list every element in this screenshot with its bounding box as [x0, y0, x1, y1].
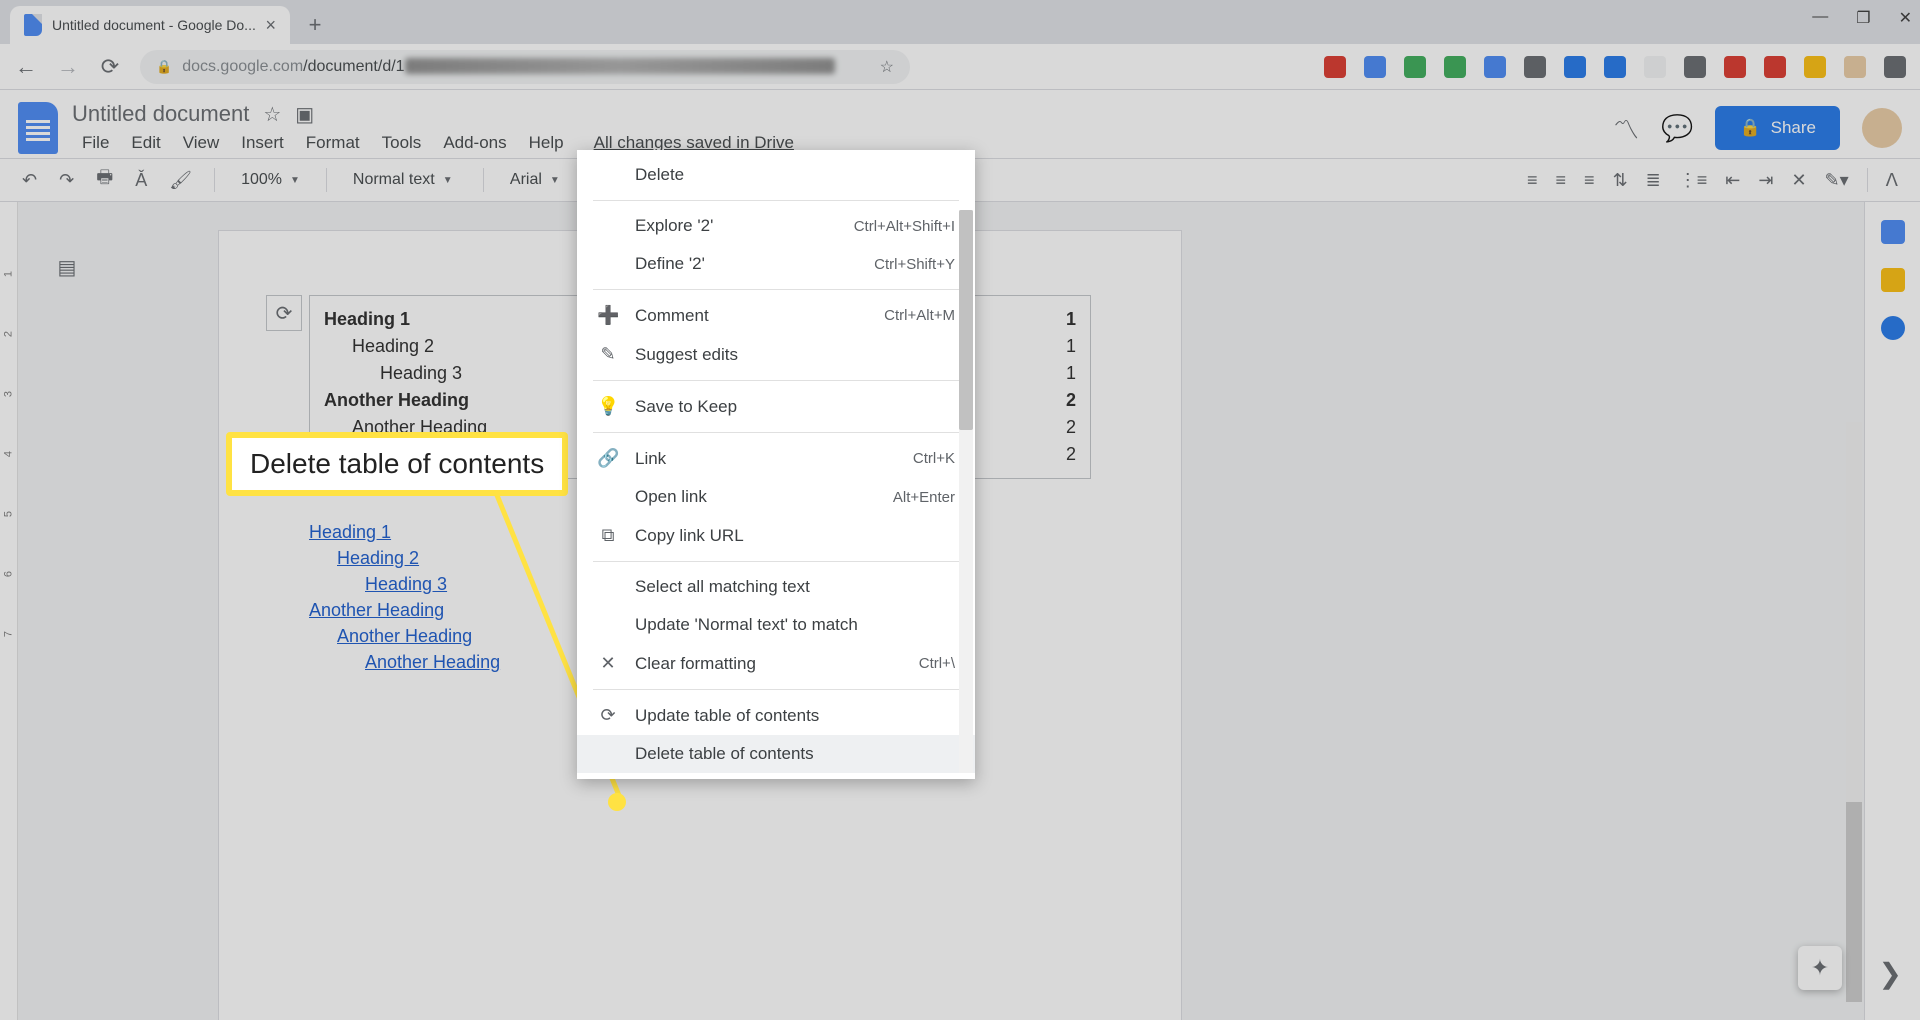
comments-icon[interactable]: 💬 — [1661, 113, 1693, 144]
ctx-delete-table-of-contents[interactable]: Delete table of contents — [577, 735, 975, 773]
bulleted-list-button[interactable]: ⋮≡ — [1675, 166, 1712, 195]
lock-icon: 🔒 — [156, 59, 172, 75]
extension-icon-6[interactable] — [1564, 56, 1586, 78]
refresh-toc-button[interactable]: ⟳ — [266, 295, 302, 331]
align-left-button[interactable]: ≡ — [1523, 166, 1542, 195]
address-bar: ← → ⟳ 🔒 docs.google.com/document/d/1 ☆ — [0, 44, 1920, 90]
menu-edit[interactable]: Edit — [121, 131, 170, 155]
redo-button[interactable]: ↷ — [55, 166, 78, 195]
zoom-select[interactable]: 100%▼ — [233, 171, 308, 189]
lock-share-icon: 🔒 — [1739, 118, 1760, 138]
style-select[interactable]: Normal text▼ — [345, 171, 465, 189]
paint-format-button[interactable]: 🖌 — [165, 166, 196, 195]
tab-title: Untitled document - Google Do... — [52, 17, 256, 33]
minimize-button[interactable]: — — [1812, 8, 1828, 28]
ctx-open-link[interactable]: Open linkAlt+Enter — [577, 478, 975, 516]
extension-icon-0[interactable] — [1324, 56, 1346, 78]
document-title[interactable]: Untitled document — [72, 101, 249, 127]
star-document-icon[interactable]: ☆ — [263, 102, 281, 127]
numbered-list-button[interactable]: ≣ — [1642, 166, 1665, 195]
extension-icon-9[interactable] — [1684, 56, 1706, 78]
ctx-update-normal-text-to-match[interactable]: Update 'Normal text' to match — [577, 606, 975, 644]
docs-logo-icon[interactable] — [18, 102, 58, 154]
browser-tab[interactable]: Untitled document - Google Do... × — [10, 6, 290, 44]
ctx-select-all-matching-text[interactable]: Select all matching text — [577, 568, 975, 606]
ctx-update-table-of-contents[interactable]: ⟳Update table of contents — [577, 696, 975, 735]
ctx-suggest-edits[interactable]: ✎Suggest edits — [577, 335, 975, 374]
collapse-toolbar-button[interactable]: ᐱ — [1882, 166, 1902, 195]
reload-button[interactable]: ⟳ — [98, 54, 122, 80]
context-menu: Delete Explore '2'Ctrl+Alt+Shift+IDefine … — [577, 150, 975, 779]
ctx-delete[interactable]: Delete — [577, 156, 975, 194]
url-text: docs.google.com/document/d/1 — [182, 58, 834, 76]
calendar-icon[interactable] — [1881, 220, 1905, 244]
menu-insert[interactable]: Insert — [231, 131, 294, 155]
maximize-button[interactable]: ❐ — [1856, 8, 1870, 28]
extension-icons — [1324, 56, 1906, 78]
ctx-comment[interactable]: ➕CommentCtrl+Alt+M — [577, 296, 975, 335]
extension-icon-14[interactable] — [1884, 56, 1906, 78]
page-scrollbar[interactable] — [1846, 422, 1862, 982]
ctx-copy-link-url[interactable]: ⧉Copy link URL — [577, 516, 975, 555]
docs-header: Untitled document ☆ ▣ FileEditViewInsert… — [0, 90, 1920, 158]
browser-tab-strip: Untitled document - Google Do... × + — ❐… — [0, 0, 1920, 44]
activity-icon[interactable]: 〽 — [1613, 110, 1639, 147]
print-button[interactable]: 🖶 — [92, 161, 117, 199]
ctx-define-2-[interactable]: Define '2'Ctrl+Shift+Y — [577, 245, 975, 283]
annotation-dot-icon — [608, 793, 626, 811]
keep-icon[interactable] — [1881, 268, 1905, 292]
forward-button[interactable]: → — [56, 54, 80, 80]
extension-icon-2[interactable] — [1404, 56, 1426, 78]
menu-format[interactable]: Format — [296, 131, 370, 155]
vertical-ruler[interactable]: 1234567 — [0, 202, 18, 1020]
new-tab-button[interactable]: + — [298, 8, 332, 42]
close-window-button[interactable]: ✕ — [1899, 8, 1912, 28]
menu-file[interactable]: File — [72, 131, 119, 155]
extension-icon-3[interactable] — [1444, 56, 1466, 78]
menu-help[interactable]: Help — [519, 131, 574, 155]
context-menu-scrollbar[interactable] — [959, 210, 973, 773]
share-label: Share — [1771, 118, 1816, 138]
undo-button[interactable]: ↶ — [18, 166, 41, 195]
menu-add-ons[interactable]: Add-ons — [433, 131, 516, 155]
extension-icon-11[interactable] — [1764, 56, 1786, 78]
ctx-save-to-keep[interactable]: 💡Save to Keep — [577, 387, 975, 426]
move-folder-icon[interactable]: ▣ — [295, 102, 314, 127]
account-avatar[interactable] — [1862, 108, 1902, 148]
extension-icon-13[interactable] — [1844, 56, 1866, 78]
docs-favicon — [24, 14, 42, 36]
outline-toggle-icon[interactable]: ▤ — [52, 252, 82, 282]
ctx-explore-2-[interactable]: Explore '2'Ctrl+Alt+Shift+I — [577, 207, 975, 245]
side-panel-toggle-icon[interactable]: ❯ — [1879, 957, 1902, 990]
align-right-button[interactable]: ≡ — [1580, 166, 1599, 195]
close-tab-icon[interactable]: × — [265, 15, 276, 36]
tasks-icon[interactable] — [1881, 316, 1905, 340]
align-center-button[interactable]: ≡ — [1552, 166, 1571, 195]
menu-view[interactable]: View — [173, 131, 230, 155]
indent-increase-button[interactable]: ⇥ — [1754, 166, 1777, 195]
extension-icon-1[interactable] — [1364, 56, 1386, 78]
menu-tools[interactable]: Tools — [372, 131, 432, 155]
share-button[interactable]: 🔒 Share — [1715, 106, 1840, 150]
annotation-callout: Delete table of contents — [226, 432, 568, 496]
side-panel — [1864, 202, 1920, 1020]
star-page-icon[interactable]: ☆ — [880, 57, 894, 77]
indent-decrease-button[interactable]: ⇤ — [1721, 166, 1744, 195]
extension-icon-10[interactable] — [1724, 56, 1746, 78]
extension-icon-12[interactable] — [1804, 56, 1826, 78]
extension-icon-4[interactable] — [1484, 56, 1506, 78]
spellcheck-button[interactable]: Ǎ — [131, 166, 151, 195]
extension-icon-7[interactable] — [1604, 56, 1626, 78]
back-button[interactable]: ← — [14, 54, 38, 80]
clear-format-button[interactable]: ✕ — [1787, 166, 1810, 195]
editing-mode-button[interactable]: ✎▾ — [1821, 166, 1853, 195]
url-field[interactable]: 🔒 docs.google.com/document/d/1 ☆ — [140, 50, 910, 84]
line-spacing-button[interactable]: ⇅ — [1609, 166, 1632, 195]
ctx-link[interactable]: 🔗LinkCtrl+K — [577, 439, 975, 478]
extension-icon-8[interactable] — [1644, 56, 1666, 78]
extension-icon-5[interactable] — [1524, 56, 1546, 78]
explore-fab-button[interactable]: ✦ — [1798, 946, 1842, 990]
window-controls: — ❐ ✕ — [1812, 8, 1912, 28]
ctx-clear-formatting[interactable]: ✕Clear formattingCtrl+\ — [577, 644, 975, 683]
